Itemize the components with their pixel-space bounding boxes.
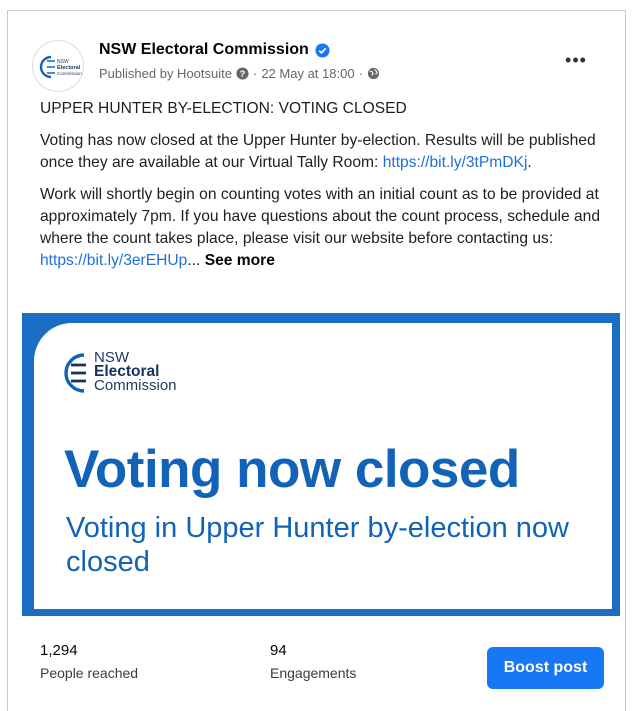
post-paragraph-1: Voting has now closed at the Upper Hunte… xyxy=(40,130,615,174)
para1-end: . xyxy=(527,154,532,171)
engagements-value: 94 xyxy=(270,642,287,659)
logo-text: NSW Electoral Commission xyxy=(94,350,177,394)
see-more-link[interactable]: See more xyxy=(205,252,275,269)
post-body: UPPER HUNTER BY-ELECTION: VOTING CLOSED … xyxy=(40,98,615,282)
verified-badge-icon xyxy=(315,42,330,58)
post-image[interactable]: NSW Electoral Commission Voting now clos… xyxy=(22,313,620,616)
published-by: Published by Hootsuite xyxy=(99,66,232,81)
svg-text:?: ? xyxy=(240,69,246,79)
post-date[interactable]: 22 May at 18:00 xyxy=(261,66,354,81)
engagements-stat[interactable]: 94 Engagements xyxy=(270,642,356,681)
tally-room-link[interactable]: https://bit.ly/3tPmDKj xyxy=(383,154,528,171)
author-name-text[interactable]: NSW Electoral Commission xyxy=(99,41,309,59)
para2-text: Work will shortly begin on counting vote… xyxy=(40,186,600,247)
post-header: NSW Electoral Commission NSW Electoral C… xyxy=(32,38,612,92)
post-meta: Published by Hootsuite ? · 22 May at 18:… xyxy=(99,66,380,81)
globe-icon xyxy=(367,67,379,80)
post-title-line: UPPER HUNTER BY-ELECTION: VOTING CLOSED xyxy=(40,100,407,117)
help-icon[interactable]: ? xyxy=(236,67,249,80)
boost-post-button[interactable]: Boost post xyxy=(487,647,604,689)
nsw-electoral-logo: NSW Electoral Commission xyxy=(62,350,177,395)
avatar[interactable]: NSW Electoral Commission xyxy=(32,40,84,92)
ellipsis: ... xyxy=(187,252,201,269)
engagements-label: Engagements xyxy=(270,665,357,681)
post-image-card: NSW Electoral Commission Voting now clos… xyxy=(34,323,612,609)
nsw-logo-icon xyxy=(64,353,86,393)
more-options-button[interactable]: ••• xyxy=(560,46,592,74)
logo-line-3: Commission xyxy=(94,377,177,394)
more-icon: ••• xyxy=(565,49,587,70)
banner-subline: Voting in Upper Hunter by-election now c… xyxy=(66,512,569,578)
website-link[interactable]: https://bit.ly/3erEHUp xyxy=(40,252,187,269)
people-reached-label: People reached xyxy=(40,665,139,681)
people-reached-stat[interactable]: 1,294 People reached xyxy=(40,642,138,681)
post-insights: 1,294 People reached 94 Engagements Boos… xyxy=(40,642,620,702)
people-reached-value: 1,294 xyxy=(40,642,78,659)
nsw-logo-icon: NSW Electoral Commission xyxy=(39,55,82,79)
banner-headline: Voting now closed xyxy=(64,440,520,499)
author-name[interactable]: NSW Electoral Commission xyxy=(99,41,330,59)
post-paragraph-2: Work will shortly begin on counting vote… xyxy=(40,184,615,272)
avatar-line3: Commission xyxy=(57,71,82,76)
